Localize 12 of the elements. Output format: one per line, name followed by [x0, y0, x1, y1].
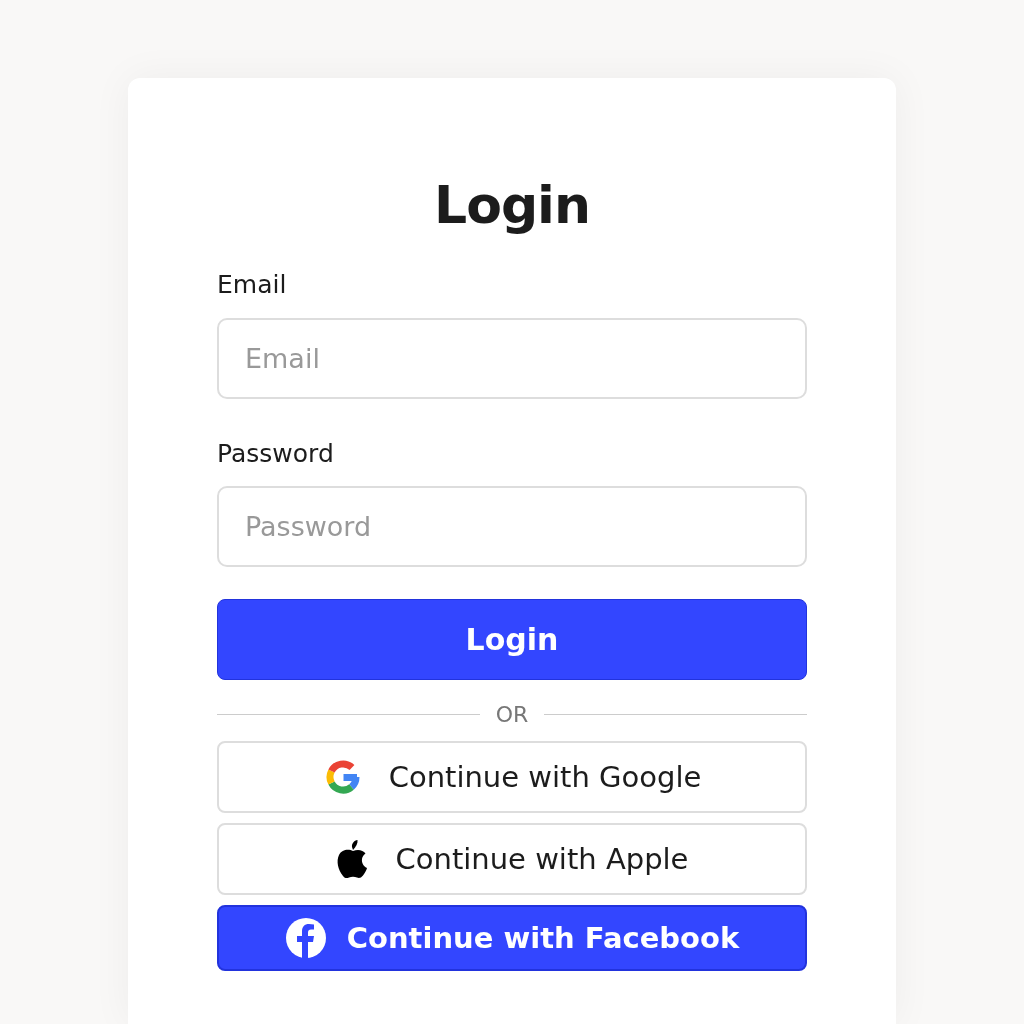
divider-text: OR [495, 701, 529, 730]
login-button[interactable]: Login [217, 599, 807, 681]
field-label: Password [217, 437, 335, 470]
sign-in-button[interactable]: Continue with Facebook [217, 905, 807, 972]
facebook-logo-icon [284, 917, 327, 960]
apple-icon [335, 839, 370, 880]
sign-in-button[interactable]: Continue with Apple [217, 823, 807, 896]
page-title: Login [433, 174, 591, 237]
input-field[interactable]: Email [217, 317, 807, 399]
field-label: Email [217, 269, 288, 302]
input-field[interactable]: Password [217, 486, 807, 568]
sign-in-button[interactable]: Continue with Google [217, 741, 807, 814]
